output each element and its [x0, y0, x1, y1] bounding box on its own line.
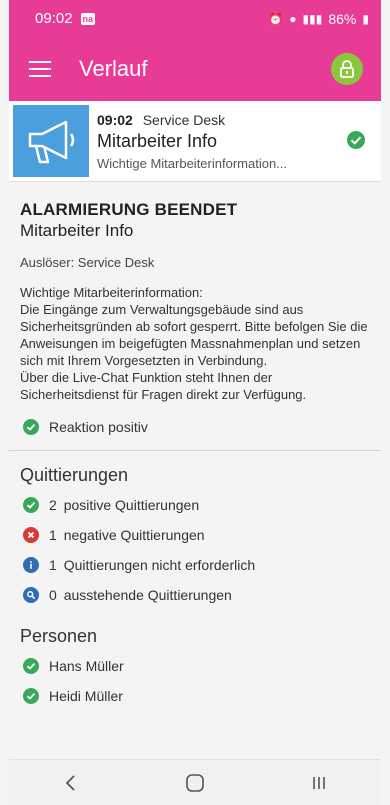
check-icon — [23, 419, 39, 435]
check-icon — [23, 658, 39, 674]
ack-row-positive[interactable]: 2 positive Quittierungen — [23, 490, 370, 520]
hamburger-icon[interactable] — [29, 61, 51, 77]
back-button[interactable] — [51, 763, 91, 803]
page-title: Verlauf — [79, 56, 148, 81]
location-icon: ● — [289, 11, 297, 26]
ack-count: 1 — [49, 557, 57, 573]
megaphone-thumbnail — [13, 105, 89, 177]
alert-detail: ALARMIERUNG BEENDET Mitarbeiter Info Aus… — [9, 182, 381, 435]
app-bar: Verlauf — [9, 37, 381, 101]
message-preview: Wichtige Mitarbeiterinformation... — [97, 155, 288, 171]
ack-label: ausstehende Quittierungen — [63, 587, 232, 603]
reaction-status: Reaktion positiv — [23, 419, 370, 435]
alert-status: ALARMIERUNG BEENDET — [20, 200, 238, 219]
message-sender: Service Desk — [142, 111, 226, 128]
ack-count: 0 — [49, 587, 57, 603]
persons-section: Personen Hans Müller Heidi Müller — [9, 610, 381, 711]
home-icon — [186, 773, 204, 792]
system-nav-bar — [9, 759, 381, 805]
megaphone-icon — [28, 120, 75, 164]
ack-label: negative Quittierungen — [63, 527, 205, 543]
cross-icon — [23, 527, 39, 543]
message-meta: 09:02 Service Desk — [97, 112, 381, 128]
person-name: Heidi Müller — [49, 688, 123, 704]
check-icon — [347, 131, 365, 154]
ack-row-negative[interactable]: 1 negative Quittierungen — [23, 520, 370, 550]
recents-icon — [313, 776, 325, 789]
acknowledgements-title: Quittierungen — [20, 465, 129, 485]
battery-level: 86% — [328, 10, 357, 27]
alert-trigger: Auslöser: Service Desk — [20, 255, 155, 270]
content: 09:02 Service Desk Mitarbeiter Info Wich… — [9, 101, 381, 760]
info-icon — [23, 557, 39, 573]
back-icon — [65, 774, 75, 791]
lock-icon — [340, 60, 354, 78]
message-title: Mitarbeiter Info — [97, 130, 218, 151]
ack-count: 2 — [49, 497, 57, 513]
check-icon — [23, 497, 39, 513]
signal-icon: ▮▮▮ — [302, 11, 323, 26]
alert-name: Mitarbeiter Info — [20, 221, 134, 240]
ack-label: Quittierungen nicht erforderlich — [63, 557, 256, 573]
person-name: Hans Müller — [49, 658, 124, 674]
recents-button[interactable] — [299, 763, 339, 803]
status-bar: 09:02 na ⏰ ● ▮▮▮ 86% ▮ — [9, 0, 381, 37]
battery-icon: ▮ — [362, 11, 369, 26]
status-right: ⏰ ● ▮▮▮ 86% ▮ — [268, 11, 369, 27]
alarm-icon: ⏰ — [268, 11, 284, 26]
message-text: 09:02 Service Desk Mitarbeiter Info Wich… — [97, 112, 381, 171]
persons-title: Personen — [20, 626, 98, 646]
ack-row-not-required[interactable]: 1 Quittierungen nicht erforderlich — [23, 550, 370, 580]
reaction-label: Reaktion positiv — [49, 419, 148, 435]
notification-icon: na — [80, 12, 96, 25]
check-icon — [23, 688, 39, 704]
clock: 09:02 — [35, 10, 73, 27]
message-card[interactable]: 09:02 Service Desk Mitarbeiter Info Wich… — [9, 101, 381, 182]
lock-button[interactable] — [331, 53, 363, 85]
message-time: 09:02 — [97, 111, 133, 128]
person-row[interactable]: Hans Müller — [23, 651, 370, 681]
alert-body: Wichtige Mitarbeiterinformation: Die Ein… — [20, 285, 368, 402]
home-button[interactable] — [175, 763, 215, 803]
search-icon — [23, 587, 39, 603]
person-row[interactable]: Heidi Müller — [23, 681, 370, 711]
status-left: 09:02 na — [35, 10, 96, 27]
ack-row-pending[interactable]: 0 ausstehende Quittierungen — [23, 580, 370, 610]
ack-count: 1 — [49, 527, 57, 543]
acknowledgements-section: Quittierungen 2 positive Quittierungen 1… — [9, 451, 381, 610]
ack-label: positive Quittierungen — [63, 497, 200, 513]
